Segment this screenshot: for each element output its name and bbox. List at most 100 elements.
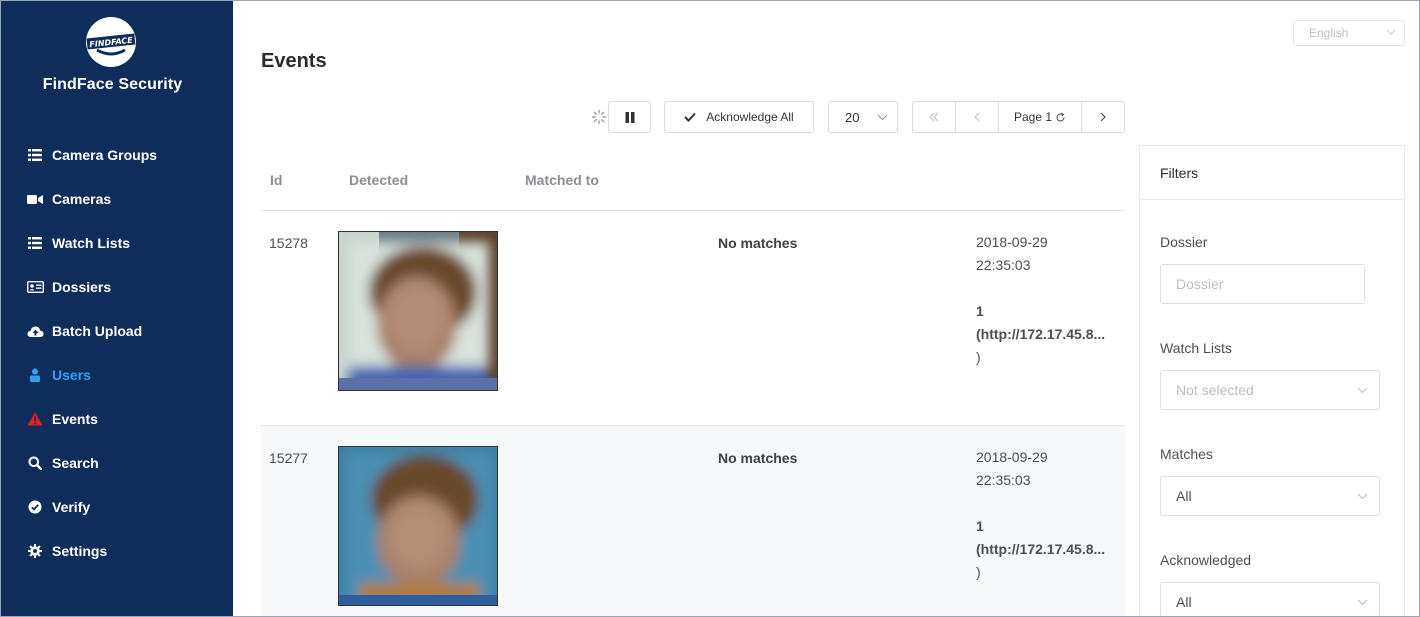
watch-lists-select[interactable]: Not selected	[1160, 370, 1380, 410]
sidebar-item-label: Verify	[52, 499, 91, 515]
video-camera-icon	[26, 191, 44, 207]
sidebar-item-label: Dossiers	[52, 279, 112, 295]
watch-lists-filter-label: Watch Lists	[1160, 340, 1232, 356]
event-id[interactable]: 15278	[269, 235, 308, 251]
acknowledge-all-label: Acknowledge All	[706, 110, 794, 124]
event-meta: 2018-09-29 22:35:03 1 (http://172.17.45.…	[976, 231, 1121, 369]
list-icon	[26, 235, 44, 251]
page-size-value: 20	[845, 109, 860, 125]
camera-url-close: )	[976, 349, 981, 365]
sidebar-item-settings[interactable]: Settings	[0, 529, 233, 573]
camera-url[interactable]: (http://172.17.45.8...	[976, 323, 1121, 346]
language-value: English	[1309, 26, 1349, 40]
page-label: Page 1	[1013, 110, 1053, 124]
page-title: Events	[261, 50, 327, 72]
face-image	[339, 232, 497, 390]
check-icon	[684, 112, 697, 122]
chevron-down-icon	[1357, 599, 1368, 606]
face-image	[339, 447, 497, 605]
warning-icon	[26, 411, 44, 427]
check-circle-icon	[26, 499, 44, 515]
sidebar-item-label: Watch Lists	[52, 235, 131, 251]
event-id[interactable]: 15277	[269, 450, 308, 466]
column-header-id[interactable]: Id	[270, 172, 282, 188]
acknowledge-all-button[interactable]: Acknowledge All	[664, 101, 814, 133]
camera-id[interactable]: 1	[976, 300, 1121, 323]
dossier-placeholder: Dossier	[1176, 276, 1224, 292]
findface-logo-icon[interactable]: FINDFACE	[83, 14, 139, 70]
acknowledged-value: All	[1176, 594, 1192, 610]
current-page-button[interactable]: Page 1	[999, 102, 1082, 132]
sidebar: FINDFACE FindFace Security Camera Groups…	[0, 0, 233, 617]
matches-select[interactable]: All	[1160, 476, 1380, 516]
watch-lists-value: Not selected	[1176, 382, 1254, 398]
chevron-right-icon	[1100, 112, 1106, 122]
pause-button[interactable]	[608, 101, 651, 133]
language-select[interactable]: English	[1293, 20, 1405, 46]
dossier-filter-label: Dossier	[1160, 234, 1208, 250]
match-status: No matches	[718, 450, 798, 466]
sidebar-item-cameras[interactable]: Cameras	[0, 177, 233, 221]
sidebar-item-label: Users	[52, 367, 91, 383]
list-icon	[26, 147, 44, 163]
column-header-detected[interactable]: Detected	[349, 172, 408, 188]
sidebar-item-users[interactable]: Users	[0, 353, 233, 397]
user-icon	[26, 367, 44, 383]
pause-icon	[625, 111, 634, 123]
pagination: Page 1	[912, 101, 1125, 133]
chevron-left-icon	[974, 112, 980, 122]
event-date: 2018-09-29	[976, 234, 1048, 250]
sidebar-nav: Camera Groups Cameras Watch Lists Dossie…	[0, 133, 233, 573]
camera-id[interactable]: 1	[976, 515, 1121, 538]
acknowledged-select[interactable]: All	[1160, 582, 1380, 617]
sidebar-item-label: Camera Groups	[52, 147, 158, 163]
sidebar-item-dossiers[interactable]: Dossiers	[0, 265, 233, 309]
brand-name: FindFace Security	[42, 76, 183, 93]
prev-page-button[interactable]	[956, 102, 999, 132]
sidebar-item-batch-upload[interactable]: Batch Upload	[0, 309, 233, 353]
sidebar-item-watch-lists[interactable]: Watch Lists	[0, 221, 233, 265]
detected-face-thumbnail[interactable]	[338, 446, 498, 606]
sidebar-item-camera-groups[interactable]: Camera Groups	[0, 133, 233, 177]
cloud-upload-icon	[26, 323, 44, 339]
camera-url-close: )	[976, 564, 981, 580]
refresh-icon	[1056, 112, 1065, 121]
search-icon	[26, 455, 44, 471]
event-date: 2018-09-29	[976, 449, 1048, 465]
loading-spinner-icon	[591, 109, 607, 125]
next-page-button[interactable]	[1082, 102, 1124, 132]
camera-url[interactable]: (http://172.17.45.8...	[976, 538, 1121, 561]
detected-face-thumbnail[interactable]	[338, 231, 498, 391]
sidebar-item-events[interactable]: Events	[0, 397, 233, 441]
event-time: 22:35:03	[976, 472, 1031, 488]
first-page-button[interactable]	[913, 102, 956, 132]
chevron-down-icon	[877, 114, 888, 121]
filters-panel: Filters Dossier Dossier Watch Lists Not …	[1139, 145, 1405, 617]
chevron-down-icon	[1357, 387, 1368, 394]
filters-title: Filters	[1140, 146, 1404, 200]
table-row[interactable]: 15277 No matches 2018-09-29 22:35:03 1 (…	[261, 426, 1125, 617]
events-table-header: Id Detected Matched to	[261, 165, 1125, 211]
sidebar-item-search[interactable]: Search	[0, 441, 233, 485]
column-header-matched-to[interactable]: Matched to	[525, 172, 599, 188]
sidebar-item-label: Events	[52, 411, 98, 427]
chevron-down-icon	[1357, 493, 1368, 500]
matches-value: All	[1176, 488, 1192, 504]
sidebar-item-label: Batch Upload	[52, 323, 143, 339]
acknowledged-filter-label: Acknowledged	[1160, 552, 1252, 568]
matches-filter-label: Matches	[1160, 446, 1213, 462]
page-size-select[interactable]: 20	[828, 101, 898, 133]
event-meta: 2018-09-29 22:35:03 1 (http://172.17.45.…	[976, 446, 1121, 584]
match-status: No matches	[718, 235, 798, 251]
dossier-input[interactable]: Dossier	[1160, 264, 1365, 304]
sidebar-item-label: Settings	[52, 543, 108, 559]
sidebar-item-label: Cameras	[52, 191, 112, 207]
gear-icon	[26, 543, 44, 559]
double-chevron-left-icon	[929, 112, 939, 122]
main-content: Events English Acknowledge All 20 Page 1	[233, 0, 1420, 617]
id-card-icon	[26, 279, 44, 295]
chevron-down-icon	[1386, 29, 1396, 35]
table-row[interactable]: 15278 No matches 2018-09-29 22:35:03 1 (…	[261, 211, 1125, 426]
sidebar-item-verify[interactable]: Verify	[0, 485, 233, 529]
sidebar-item-label: Search	[52, 455, 99, 471]
